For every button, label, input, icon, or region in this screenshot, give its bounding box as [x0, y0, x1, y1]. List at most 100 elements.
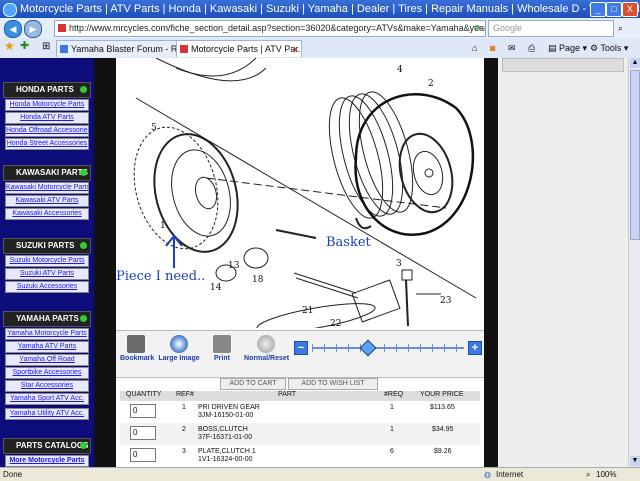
close-tab-icon[interactable]: x [293, 41, 298, 57]
scroll-down-icon[interactable]: ▼ [630, 456, 640, 466]
section-title: HONDA PARTS [3, 82, 91, 98]
sidebar: HONDA PARTS Honda Motorcycle Parts Honda… [3, 58, 91, 467]
callout-label: 3 [396, 259, 402, 269]
zoom-icon: ⌕ [586, 470, 591, 479]
sidebar-link[interactable]: Yamaha Off Road [5, 354, 89, 366]
magnify-icon [170, 335, 188, 353]
search-icon[interactable]: ⌕ [618, 21, 623, 35]
normal-reset-button[interactable]: Normal/Reset [244, 335, 289, 362]
window-title-bar: Motorcycle Parts | ATV Parts | Honda | K… [0, 0, 640, 18]
sidebar-link[interactable]: Honda Motorcycle Parts [5, 99, 89, 111]
quantity-input[interactable]: 0 [130, 426, 156, 440]
home-icon[interactable]: ⌂ [472, 41, 477, 55]
url-field[interactable]: http://www.mrcycles.com/fiche_section_de… [54, 20, 486, 37]
forward-icon[interactable]: ▶ [24, 20, 42, 38]
close-button[interactable]: X [622, 2, 638, 17]
print-icon[interactable]: ⎙ [528, 41, 535, 55]
search-input[interactable]: Google [488, 20, 614, 37]
part-number: 1V1-16324-00-00 [198, 456, 253, 463]
zoom-slider-thumb[interactable] [359, 339, 377, 357]
add-to-wishlist-button[interactable]: ADD TO WISH LIST [288, 378, 378, 390]
back-icon[interactable]: ◀ [4, 20, 22, 38]
sidebar-link[interactable]: Kawasaki ATV Parts [5, 195, 89, 207]
window-title: Motorcycle Parts | ATV Parts | Honda | K… [20, 3, 640, 15]
add-to-cart-button[interactable]: ADD TO CART [220, 378, 286, 390]
sidebar-link[interactable]: Yamaha Utility ATV Acc. [5, 408, 89, 420]
sidebar-link[interactable]: Kawasaki Motorcycle Parts [5, 182, 89, 194]
parts-table-header: QUANTITY REF# PART #REQ YOUR PRICE [120, 391, 480, 401]
status-dot-icon [80, 169, 87, 176]
header-quantity: QUANTITY [126, 391, 162, 398]
basket-annotation: Basket [326, 235, 372, 250]
callout-label: 4 [397, 65, 403, 75]
site-favicon-icon [58, 24, 66, 32]
bookmark-button[interactable]: Bookmark [120, 335, 154, 362]
right-panel-box [502, 58, 624, 72]
zoom-out-button[interactable]: − [294, 341, 308, 355]
large-image-button[interactable]: Large Image [158, 335, 200, 362]
table-row: 0 3 PLATE,CLUTCH 1 1V1-16324-00-00 6 $9.… [120, 445, 480, 467]
quantity-input[interactable]: 0 [130, 404, 156, 418]
sidebar-link[interactable]: Suzuki Motorcycle Parts [5, 255, 89, 267]
tab-motorcycle-parts[interactable]: Motorcycle Parts | ATV Par... x [176, 40, 302, 57]
zoom-in-button[interactable]: + [468, 341, 482, 355]
req-count: 6 [390, 448, 394, 455]
minimize-button[interactable]: _ [590, 2, 606, 17]
sidebar-link[interactable]: More Motorcycle Parts [5, 455, 89, 467]
scrollbar-thumb[interactable] [630, 70, 640, 240]
vertical-scrollbar[interactable]: ▲ ▼ [628, 58, 640, 467]
right-panel [498, 58, 628, 467]
section-title: PARTS CATALOGS [3, 438, 91, 454]
page-menu[interactable]: ▤ Page ▾ [548, 41, 587, 55]
sidebar-link[interactable]: Yamaha Sport ATV Acc. [5, 393, 89, 405]
feeds-icon[interactable]: ◙ [490, 41, 495, 55]
status-dot-icon [80, 242, 87, 249]
header-price: YOUR PRICE [420, 391, 464, 398]
ref-number: 2 [182, 426, 186, 433]
sidebar-section-catalogs: PARTS CATALOGS More Motorcycle Parts [3, 438, 91, 467]
part-number: 37F-16371-01-00 [198, 434, 253, 441]
sidebar-section-suzuki: SUZUKI PARTS Suzuki Motorcycle Parts Suz… [3, 238, 91, 294]
tab-label: Yamaha Blaster Forum - Repl... [71, 44, 190, 54]
zoom-slider[interactable] [312, 339, 464, 357]
section-title: YAMAHA PARTS [3, 311, 91, 327]
ref-number: 3 [182, 448, 186, 455]
zoom-level[interactable]: 100% [596, 468, 616, 481]
refresh-icon[interactable]: ⟳ [474, 21, 482, 35]
parts-diagram[interactable]: 5 2 4 3 14 13 18 21 22 23 1 Basket Piece… [116, 58, 484, 328]
print-label: Print [214, 355, 230, 362]
sidebar-link[interactable]: Honda Street Accessories [5, 138, 89, 150]
page-border-left [94, 58, 116, 467]
sidebar-link[interactable]: Kawasaki Accessories [5, 208, 89, 220]
tools-menu[interactable]: ⚙ Tools ▾ [590, 41, 628, 55]
sidebar-link[interactable]: Yamaha ATV Parts [5, 341, 89, 353]
quantity-input[interactable]: 0 [130, 448, 156, 462]
sidebar-link[interactable]: Honda ATV Parts [5, 112, 89, 124]
part-price: $34.95 [432, 426, 454, 433]
callout-label: 13 [228, 261, 240, 271]
print-button[interactable]: Print [208, 335, 236, 362]
add-favorites-icon[interactable]: ✚ [20, 39, 29, 53]
sidebar-link[interactable]: Suzuki ATV Parts [5, 268, 89, 280]
large-image-label: Large Image [158, 355, 200, 362]
sidebar-link[interactable]: Honda Offroad Accessories [5, 125, 89, 137]
sidebar-link[interactable]: Suzuki Accessories [5, 281, 89, 293]
header-req: #REQ [384, 391, 404, 398]
sidebar-link[interactable]: Star Accessories [5, 380, 89, 392]
maximize-button[interactable]: □ [606, 2, 622, 17]
tab-yamaha-forum[interactable]: Yamaha Blaster Forum - Repl... [56, 40, 190, 57]
callout-label: 23 [440, 296, 452, 306]
page-content: HONDA PARTS Honda Motorcycle Parts Honda… [0, 58, 640, 467]
sidebar-link[interactable]: Yamaha Motorcycle Parts [5, 328, 89, 340]
page-label: Page [559, 43, 581, 53]
table-row: 0 2 BOSS,CLUTCH 37F-16371-01-00 1 $34.95 [120, 423, 480, 445]
quick-tabs-icon[interactable]: ⊞ [42, 40, 50, 54]
callout-label: 5 [151, 123, 157, 133]
page-border-right [484, 58, 498, 467]
callout-label: 14 [210, 283, 222, 293]
sidebar-link[interactable]: Sportbike Accessories [5, 367, 89, 379]
favorites-star-icon[interactable]: ★ [4, 39, 15, 53]
status-dot-icon [80, 86, 87, 93]
mail-icon[interactable]: ✉ [508, 41, 516, 55]
scroll-up-icon[interactable]: ▲ [630, 58, 640, 68]
